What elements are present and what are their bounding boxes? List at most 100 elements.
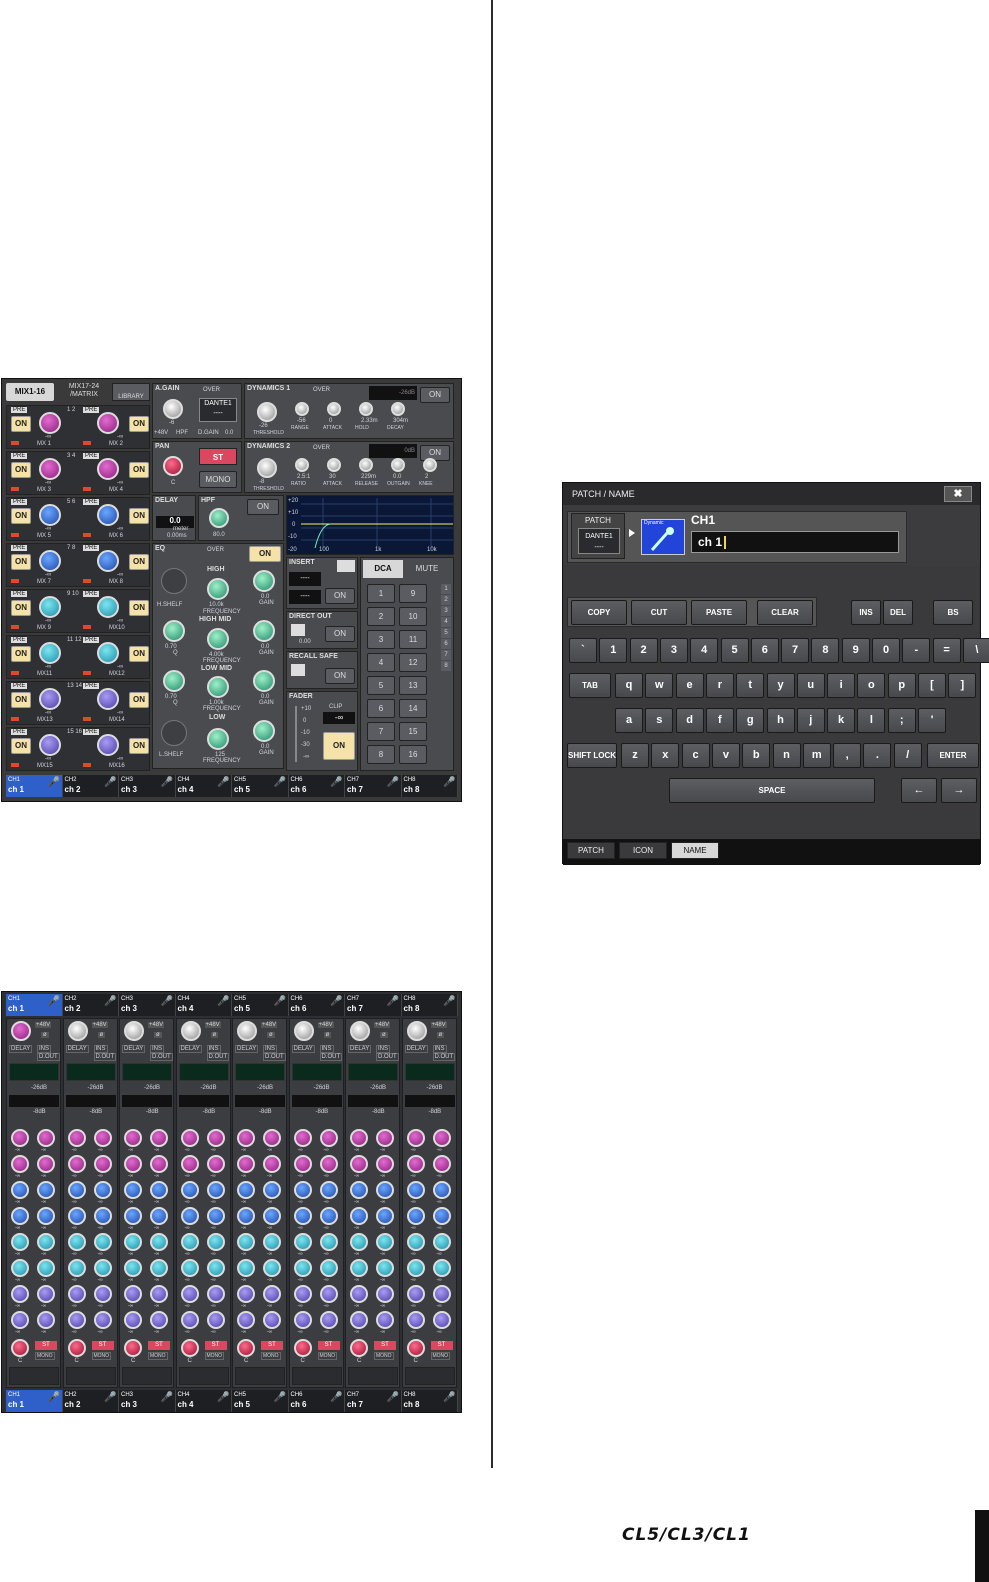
key-y[interactable]: y (766, 673, 795, 698)
key-.[interactable]: . (863, 743, 892, 768)
dout-button[interactable]: D.OUT (206, 1053, 230, 1061)
send-level-knob-icon[interactable] (97, 734, 119, 756)
send-knob-icon[interactable] (237, 1285, 255, 1303)
low-shelf-toggle-icon[interactable] (161, 720, 187, 746)
key-9[interactable]: 9 (841, 638, 870, 663)
send-knob-icon[interactable] (432, 1259, 451, 1277)
send-knob-icon[interactable] (350, 1181, 368, 1199)
send-knob-icon[interactable] (319, 1311, 338, 1329)
pan-knob-icon[interactable] (406, 1339, 425, 1357)
ins-button[interactable]: INS (376, 1045, 391, 1053)
mix-on-button[interactable]: ON (129, 646, 149, 662)
key-e[interactable]: e (675, 673, 704, 698)
send-knob-icon[interactable] (406, 1311, 425, 1329)
send-knob-icon[interactable] (37, 1285, 55, 1303)
send-knob-icon[interactable] (124, 1285, 142, 1303)
send-knob-icon[interactable] (293, 1207, 312, 1225)
send-level-knob-icon[interactable] (39, 642, 61, 664)
dout-button[interactable]: D.OUT (376, 1053, 399, 1061)
key-3[interactable]: 3 (659, 638, 688, 663)
pan-knob-icon[interactable] (237, 1339, 255, 1357)
dca-button[interactable]: 1 (367, 584, 395, 603)
send-knob-icon[interactable] (319, 1233, 338, 1251)
key-7[interactable]: 7 (781, 638, 810, 663)
gain-knob-icon[interactable] (124, 1021, 144, 1041)
send-knob-icon[interactable] (293, 1181, 312, 1199)
ins-button[interactable]: INS (206, 1045, 221, 1053)
dca-button[interactable]: 14 (399, 699, 427, 718)
send-knob-icon[interactable] (319, 1207, 338, 1225)
delay-button[interactable]: DELAY (9, 1045, 33, 1053)
send-knob-icon[interactable] (350, 1311, 368, 1329)
send-knob-icon[interactable] (11, 1129, 29, 1147)
key-5[interactable]: 5 (720, 638, 749, 663)
send-level-knob-icon[interactable] (97, 688, 119, 710)
insert-on-button[interactable]: ON (325, 588, 355, 604)
send-knob-icon[interactable] (237, 1311, 255, 1329)
send-knob-icon[interactable] (11, 1311, 29, 1329)
shift-lock-key[interactable]: SHIFT LOCK (567, 743, 617, 768)
key-j[interactable]: j (796, 708, 825, 733)
high-freq-knob-icon[interactable] (207, 578, 229, 600)
phase-button[interactable]: ø (323, 1032, 332, 1038)
plus48-button[interactable]: +48V (374, 1022, 391, 1028)
key-2[interactable]: 2 (629, 638, 658, 663)
send-knob-icon[interactable] (293, 1129, 312, 1147)
send-knob-icon[interactable] (319, 1155, 338, 1173)
key-x[interactable]: x (651, 743, 680, 768)
send-level-knob-icon[interactable] (97, 458, 119, 480)
send-knob-icon[interactable] (67, 1207, 86, 1225)
channel-select-2[interactable]: CH2 ch 2 🎤 (63, 1390, 119, 1412)
channel-select-1[interactable]: CH1 ch 1 🎤 (6, 775, 63, 797)
send-knob-icon[interactable] (93, 1181, 112, 1199)
st-button[interactable]: ST (317, 1341, 340, 1350)
send-knob-icon[interactable] (124, 1259, 142, 1277)
send-knob-icon[interactable] (432, 1181, 451, 1199)
send-knob-icon[interactable] (150, 1181, 168, 1199)
send-knob-icon[interactable] (263, 1129, 281, 1147)
tab-icon[interactable]: ICON (619, 842, 667, 859)
mono-button[interactable]: MONO (374, 1352, 394, 1360)
send-knob-icon[interactable] (237, 1259, 255, 1277)
send-knob-icon[interactable] (293, 1155, 312, 1173)
send-knob-icon[interactable] (293, 1259, 312, 1277)
channel-select-3[interactable]: CH3 ch 3 🎤 (119, 775, 176, 797)
mix-on-button[interactable]: ON (129, 554, 149, 570)
tab-mute[interactable]: MUTE (407, 560, 447, 578)
key-8[interactable]: 8 (811, 638, 840, 663)
fader-track[interactable] (295, 706, 297, 762)
key-i[interactable]: i (827, 673, 856, 698)
send-knob-icon[interactable] (432, 1311, 451, 1329)
dyn2-knob-icon[interactable] (295, 458, 309, 472)
clear-button[interactable]: CLEAR (757, 600, 813, 625)
channel-select-4[interactable]: CH4 ch 4 🎤 (176, 775, 232, 797)
send-knob-icon[interactable] (263, 1259, 281, 1277)
send-level-knob-icon[interactable] (97, 642, 119, 664)
send-knob-icon[interactable] (350, 1259, 368, 1277)
key-w[interactable]: w (645, 673, 674, 698)
dyn2-knob-icon[interactable] (327, 458, 341, 472)
high-shelf-toggle-icon[interactable] (161, 568, 187, 594)
dyn1-knob-icon[interactable] (257, 402, 277, 422)
send-knob-icon[interactable] (350, 1155, 368, 1173)
send-knob-icon[interactable] (293, 1233, 312, 1251)
pan-knob-icon[interactable] (293, 1339, 312, 1357)
dyn1-on-button[interactable]: ON (420, 387, 450, 403)
tab-dca[interactable]: DCA (363, 560, 403, 578)
dout-button[interactable]: D.OUT (432, 1053, 456, 1061)
key-t[interactable]: t (736, 673, 765, 698)
send-knob-icon[interactable] (180, 1155, 199, 1173)
send-knob-icon[interactable] (67, 1259, 86, 1277)
dyn2-on-button[interactable]: ON (420, 445, 450, 461)
dca-button[interactable]: 12 (399, 653, 427, 672)
send-knob-icon[interactable] (150, 1311, 168, 1329)
mix-on-button[interactable]: ON (129, 416, 149, 432)
gain-knob-icon[interactable] (67, 1021, 88, 1041)
st-button[interactable]: ST (204, 1341, 227, 1350)
phase-button[interactable]: ø (210, 1032, 219, 1038)
high-gain-knob-icon[interactable] (253, 570, 275, 592)
send-knob-icon[interactable] (206, 1285, 225, 1303)
send-knob-icon[interactable] (180, 1129, 199, 1147)
send-knob-icon[interactable] (263, 1155, 281, 1173)
patch-button[interactable]: DANTE1 ---- (199, 398, 237, 422)
